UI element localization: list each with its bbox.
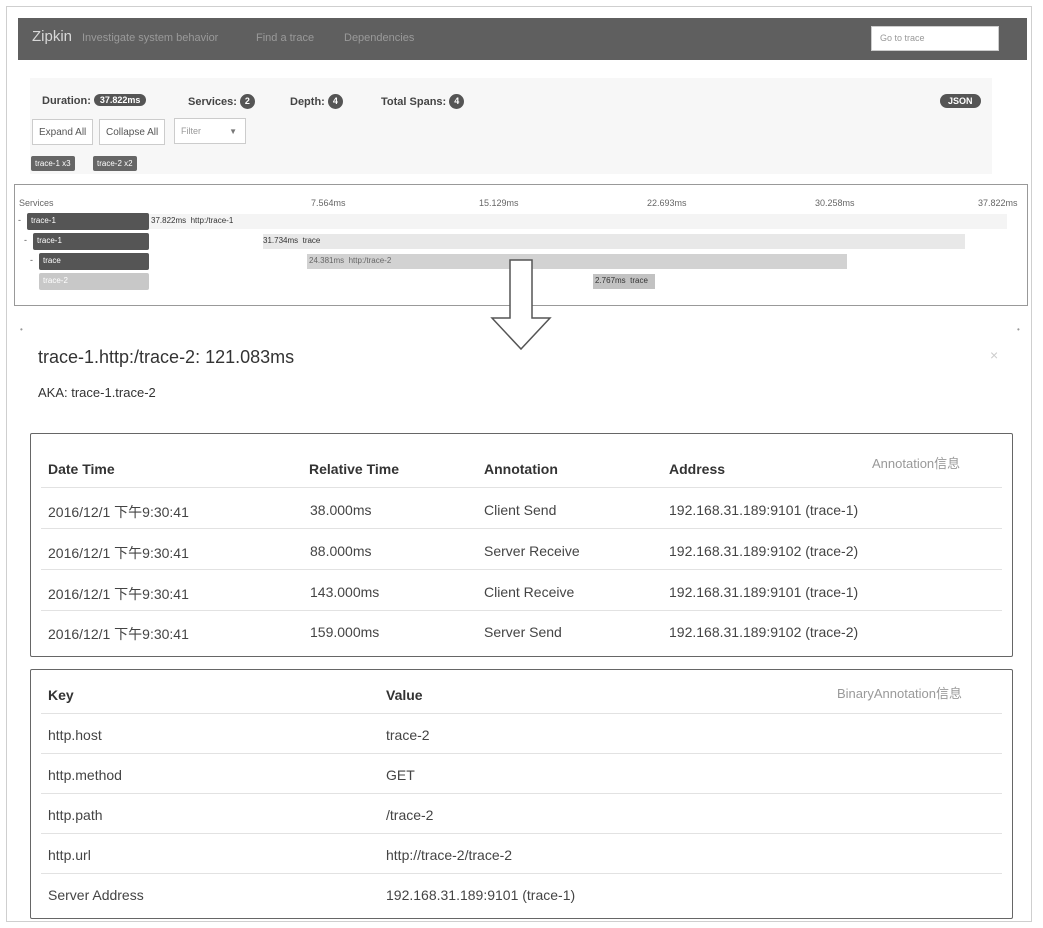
navbar: Zipkin Investigate system behavior Find … [18, 18, 1027, 60]
table-cell: Server Receive [484, 543, 580, 559]
span-service-label[interactable]: trace-1 [27, 213, 149, 230]
total-spans-label: Total Spans: [381, 96, 447, 108]
table-row: http.url http://trace-2/trace-2 [31, 834, 1012, 874]
filter-placeholder: Filter [181, 126, 201, 136]
nav-dependencies[interactable]: Dependencies [344, 32, 414, 44]
span-duration-text: 31.734ms trace [263, 236, 321, 245]
services-stat: Services: 2 [188, 94, 255, 109]
column-header: Annotation [484, 461, 558, 477]
column-header: Value [386, 687, 423, 703]
span-aka: AKA: trace-1.trace-2 [38, 385, 156, 400]
span-expander[interactable]: - [18, 215, 21, 225]
service-tag-trace-1[interactable]: trace-1 x3 [31, 156, 75, 171]
duration-stat: Duration: 37.822ms [42, 94, 147, 107]
span-service-label[interactable]: trace-2 [39, 273, 149, 290]
span-bar[interactable] [149, 214, 1007, 229]
table-cell: 192.168.31.189:9101 (trace-1) [386, 887, 576, 903]
table-cell: GET [386, 767, 415, 783]
brand-tagline: Investigate system behavior [82, 32, 219, 44]
table-row: 2016/12/1 下午9:30:41 88.000ms Server Rece… [31, 530, 1012, 570]
table-cell: 192.168.31.189:9101 (trace-1) [669, 502, 859, 518]
table-row: 2016/12/1 下午9:30:41 38.000ms Client Send… [31, 489, 1012, 529]
resize-handle-icon: • [20, 325, 23, 334]
brand-logo[interactable]: Zipkin [32, 28, 72, 45]
span-duration-text: 2.767ms trace [595, 276, 648, 285]
timeline-tick: 7.564ms [311, 198, 346, 208]
timeline-services-header: Services [19, 198, 54, 208]
span-bar[interactable] [263, 234, 965, 249]
total-spans-badge: 4 [449, 94, 465, 109]
table-cell: 2016/12/1 下午9:30:41 [48, 545, 189, 561]
span-detail-title: trace-1.http:/trace-2: 121.083ms [38, 347, 295, 367]
json-button[interactable]: JSON [940, 94, 981, 108]
table-cell: http.method [48, 767, 122, 783]
timeline-tick: 37.822ms [978, 198, 1018, 208]
column-header: Key [48, 687, 74, 703]
table-cell: 88.000ms [310, 543, 372, 559]
binary-annotations-table: BinaryAnnotation信息 Key Value http.host t… [30, 669, 1013, 919]
table-cell: 2016/12/1 下午9:30:41 [48, 586, 189, 602]
table-cell: Client Receive [484, 584, 575, 600]
service-tag-trace-2[interactable]: trace-2 x2 [93, 156, 137, 171]
table-header-row: Key Value [31, 674, 1012, 714]
expand-all-button[interactable]: Expand All [32, 119, 94, 145]
table-cell: 2016/12/1 下午9:30:41 [48, 626, 189, 642]
services-badge: 2 [239, 94, 255, 109]
total-spans-stat: Total Spans: 4 [381, 94, 465, 109]
table-cell: Server Address [48, 887, 144, 903]
table-cell: /trace-2 [386, 807, 434, 823]
table-cell: http.path [48, 807, 103, 823]
table-row: 2016/12/1 下午9:30:41 159.000ms Server Sen… [31, 611, 1012, 651]
table-cell: Server Send [484, 624, 562, 640]
column-header: Address [669, 461, 726, 477]
table-row: http.method GET [31, 754, 1012, 794]
column-header: Date Time [48, 461, 115, 477]
table-cell: 192.168.31.189:9102 (trace-2) [669, 543, 859, 559]
span-expander[interactable]: - [24, 235, 27, 245]
depth-label: Depth: [290, 96, 325, 108]
table-cell: 192.168.31.189:9101 (trace-1) [669, 584, 859, 600]
table-cell: http.host [48, 727, 102, 743]
timeline-tick: 15.129ms [479, 198, 519, 208]
table-row: 2016/12/1 下午9:30:41 143.000ms Client Rec… [31, 571, 1012, 611]
goto-trace-input[interactable]: Go to trace [871, 26, 999, 51]
table-cell: http://trace-2/trace-2 [386, 847, 513, 863]
depth-badge: 4 [327, 94, 343, 109]
collapse-all-button[interactable]: Collapse All [99, 119, 166, 145]
filter-select[interactable]: Filter ▼ [174, 118, 246, 144]
chevron-down-icon: ▼ [229, 127, 237, 136]
table-row: Server Address 192.168.31.189:9101 (trac… [31, 874, 1012, 914]
table-cell: 192.168.31.189:9102 (trace-2) [669, 624, 859, 640]
table-cell: 2016/12/1 下午9:30:41 [48, 504, 189, 520]
trace-summary: Duration: 37.822ms Services: 2 Depth: 4 Tot… [30, 78, 992, 174]
services-label: Services: [188, 96, 237, 108]
annotations-table: Annotation信息 Date Time Relative Time Ann… [30, 433, 1013, 657]
table-cell: 38.000ms [310, 502, 372, 518]
table-cell: http.url [48, 847, 91, 863]
span-duration-text: 37.822ms http:/trace-1 [151, 216, 234, 225]
timeline-tick: 22.693ms [647, 198, 687, 208]
span-expander[interactable]: - [30, 255, 33, 265]
duration-badge: 37.822ms [93, 94, 147, 106]
nav-find-trace[interactable]: Find a trace [256, 32, 314, 44]
span-duration-text: 24.381ms http:/trace-2 [309, 256, 392, 265]
column-header: Relative Time [309, 461, 400, 477]
table-row: http.host trace-2 [31, 714, 1012, 754]
close-icon[interactable]: × [990, 347, 998, 363]
depth-stat: Depth: 4 [290, 94, 343, 109]
resize-handle-icon: • [1017, 325, 1020, 334]
table-cell: Client Send [484, 502, 557, 518]
down-arrow-icon [490, 259, 552, 351]
timeline-tick: 30.258ms [815, 198, 855, 208]
table-header-row: Date Time Relative Time Annotation Addre… [31, 448, 1012, 488]
table-cell: 143.000ms [310, 584, 380, 600]
table-row: http.path /trace-2 [31, 794, 1012, 834]
span-service-label[interactable]: trace-1 [33, 233, 149, 250]
duration-label: Duration: [42, 95, 91, 107]
table-cell: trace-2 [386, 727, 430, 743]
table-cell: 159.000ms [310, 624, 380, 640]
span-service-label[interactable]: trace [39, 253, 149, 270]
